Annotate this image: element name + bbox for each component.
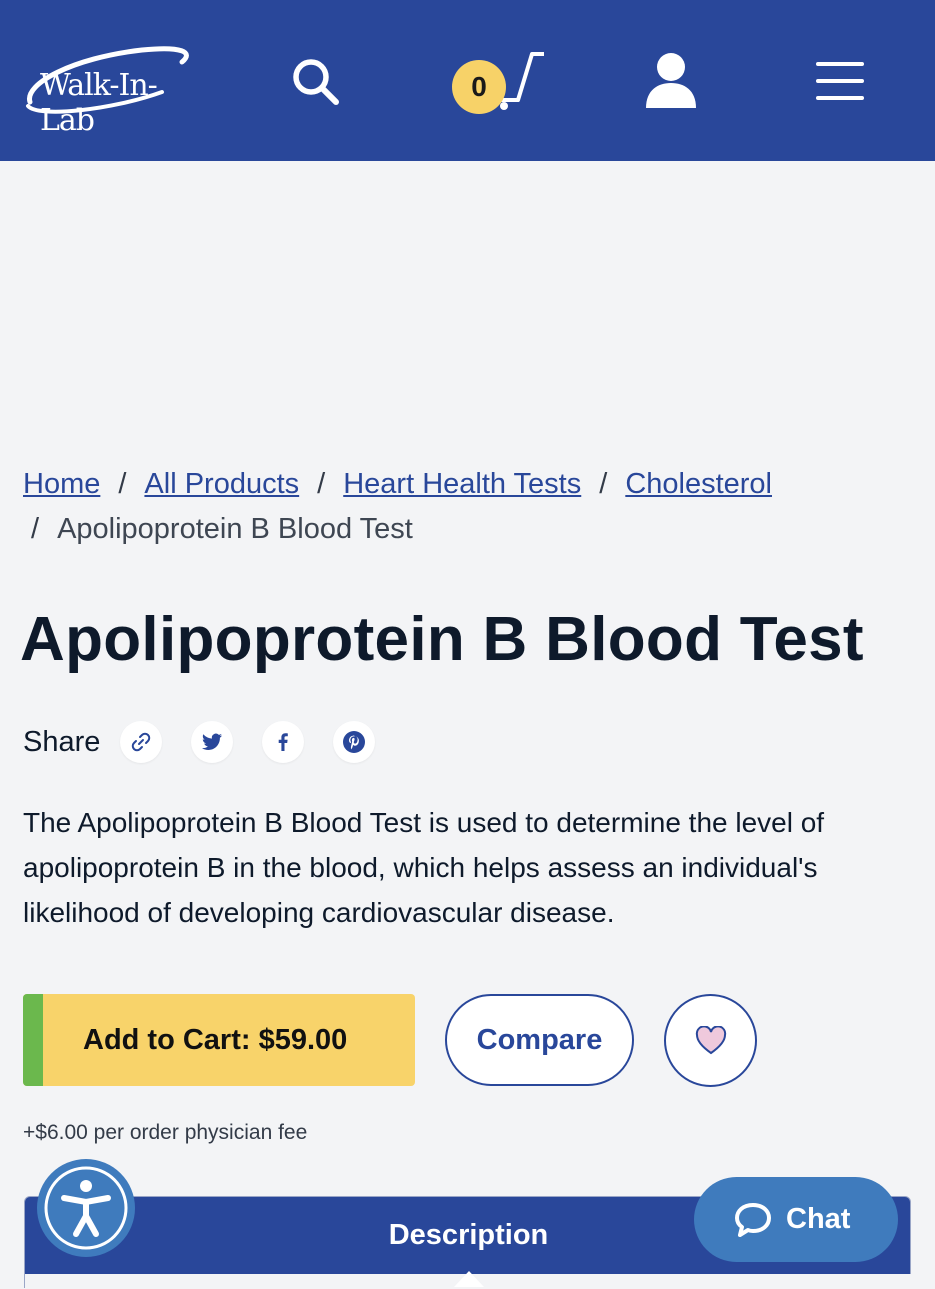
pinterest-icon xyxy=(343,731,366,753)
cart-button[interactable]: 0 xyxy=(452,48,544,114)
product-description: The Apolipoprotein B Blood Test is used … xyxy=(23,807,825,928)
add-to-cart-button[interactable]: Add to Cart: $59.00 xyxy=(23,994,415,1086)
breadcrumb-home[interactable]: Home xyxy=(23,468,100,500)
accessibility-icon xyxy=(44,1166,128,1250)
breadcrumb: Home / All Products / Heart Health Tests / Cho… xyxy=(23,462,903,552)
page-title: Apolipoprotein B Blood Test xyxy=(20,605,864,674)
breadcrumb-cholesterol[interactable]: Cholesterol xyxy=(625,468,772,500)
breadcrumb-current: Apolipoprotein B Blood Test xyxy=(57,513,413,545)
accessibility-button[interactable] xyxy=(37,1159,135,1257)
compare-button[interactable]: Compare xyxy=(445,994,634,1086)
site-header: Walk-In-Lab 0 xyxy=(0,0,935,161)
breadcrumb-heart-health-tests[interactable]: Heart Health Tests xyxy=(343,468,581,500)
share-twitter-button[interactable] xyxy=(191,721,234,763)
walk-in-lab-logo[interactable]: Walk-In-Lab xyxy=(22,40,202,138)
breadcrumb-separator: / xyxy=(317,468,326,500)
link-icon xyxy=(132,732,151,752)
heart-icon xyxy=(695,1025,726,1054)
breadcrumb-separator: / xyxy=(599,468,608,500)
user-icon[interactable] xyxy=(644,52,698,108)
share-facebook-button[interactable] xyxy=(262,721,305,763)
chat-label: Chat xyxy=(786,1203,851,1235)
chat-button[interactable]: Chat xyxy=(694,1177,898,1262)
search-icon[interactable] xyxy=(290,56,342,108)
breadcrumb-separator: / xyxy=(31,513,40,545)
share-row: Share xyxy=(23,720,404,764)
share-pinterest-button[interactable] xyxy=(333,721,376,763)
physician-fee-note: +$6.00 per order physician fee xyxy=(23,1121,308,1144)
facebook-icon xyxy=(279,733,289,751)
breadcrumb-all-products[interactable]: All Products xyxy=(144,468,299,500)
twitter-icon xyxy=(202,733,223,750)
cart-count-badge: 0 xyxy=(452,60,506,114)
menu-icon[interactable] xyxy=(814,60,866,102)
copy-link-button[interactable] xyxy=(120,721,163,763)
chat-bubble-icon xyxy=(735,1202,771,1237)
add-to-cart-label: Add to Cart: $59.00 xyxy=(83,1024,348,1056)
breadcrumb-separator: / xyxy=(118,468,127,500)
share-label: Share xyxy=(23,725,101,758)
add-to-cart-accent-stripe xyxy=(23,994,43,1086)
logo-text: Walk-In-Lab xyxy=(40,68,158,138)
favorite-button[interactable] xyxy=(664,994,757,1087)
active-tab-pointer xyxy=(454,1271,484,1287)
